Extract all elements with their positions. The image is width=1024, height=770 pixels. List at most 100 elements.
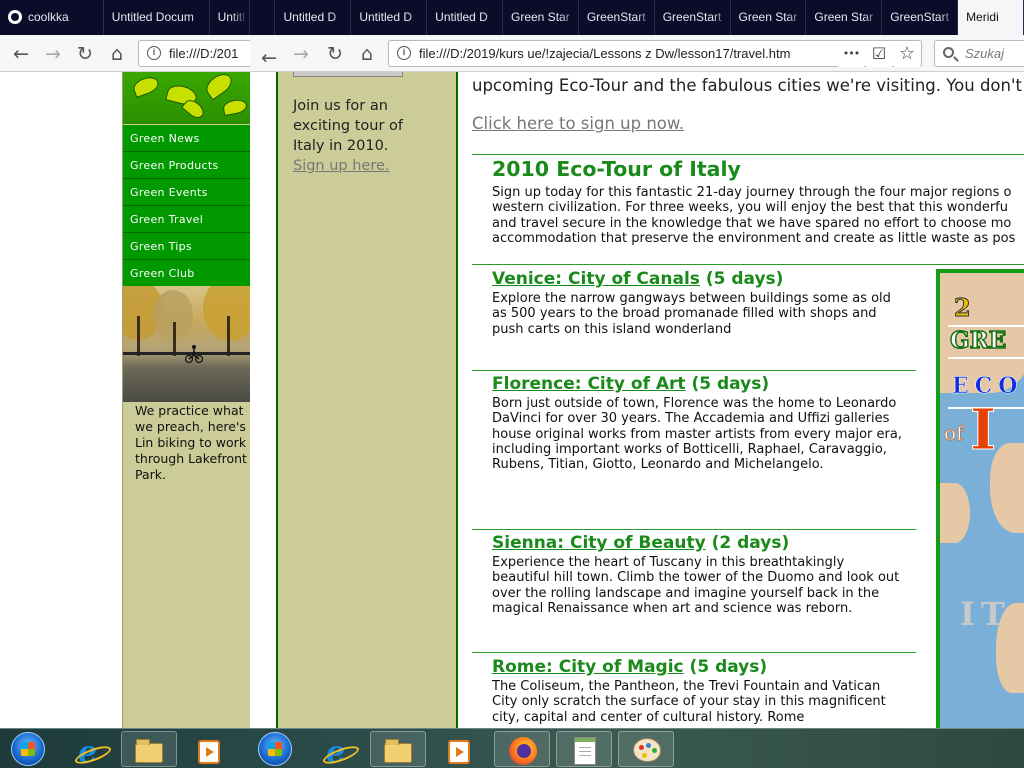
tab-strip: coolkka Untitled Docum Untitl Untitled D… bbox=[0, 0, 1024, 35]
poster-italy-text: IT bbox=[960, 595, 1011, 633]
tour-description: Sign up today for this fantastic 21-day … bbox=[492, 185, 1024, 247]
tab-untitled-3[interactable]: Untitled D bbox=[275, 0, 352, 35]
url-text: file:///D:/2019/kurs ue/!zajecia/Lessons… bbox=[419, 46, 791, 61]
sidebar-image-edge bbox=[293, 72, 403, 77]
taskbar-media-player[interactable] bbox=[430, 731, 486, 767]
city-days: (5 days) bbox=[691, 374, 770, 394]
internet-explorer-icon: e bbox=[78, 735, 98, 770]
tab-green-star-1[interactable]: Green Star bbox=[503, 0, 579, 35]
divider bbox=[472, 154, 1024, 155]
city-heading: Florence: City of Art (5 days) bbox=[492, 374, 902, 394]
bookmark-star-icon[interactable]: ☆ bbox=[894, 41, 920, 67]
tab-meridian-active[interactable]: Meridi bbox=[958, 0, 1024, 35]
divider bbox=[472, 264, 1024, 265]
nav-green-products[interactable]: Green Products bbox=[123, 152, 250, 179]
sidebar-signup-link[interactable]: Sign up here. bbox=[293, 158, 390, 174]
start-button[interactable] bbox=[11, 732, 45, 766]
city-sienna: Sienna: City of Beauty (2 days) Experien… bbox=[492, 533, 902, 616]
start-button[interactable] bbox=[258, 732, 292, 766]
divider bbox=[472, 529, 916, 530]
nav-green-events[interactable]: Green Events bbox=[123, 179, 250, 206]
left-page-view: Green News Green Products Green Events G… bbox=[0, 72, 250, 728]
left-url-bar[interactable]: i file:///D:/201 bbox=[138, 40, 254, 67]
city-rome: Rome: City of Magic (5 days) The Coliseu… bbox=[492, 657, 902, 725]
poster-year-text: 2 bbox=[954, 293, 972, 323]
tour-line: accommodation that preserve the environm… bbox=[492, 231, 1016, 247]
poster-italy-letter: I bbox=[969, 397, 997, 464]
tab-label: Meridi bbox=[966, 10, 999, 24]
tour-line: Sign up today for this fantastic 21-day … bbox=[492, 185, 1012, 200]
signup-link[interactable]: Click here to sign up now. bbox=[472, 114, 684, 133]
tab-untitled-5[interactable]: Untitled D bbox=[427, 0, 503, 35]
cyclist-figure bbox=[185, 345, 203, 364]
city-link-venice[interactable]: Venice: City of Canals bbox=[492, 269, 700, 289]
tab-label: Untitled Docum bbox=[111, 10, 194, 24]
tab-label: Untitled D bbox=[359, 10, 412, 24]
tab-greenstart-2[interactable]: GreenStart bbox=[655, 0, 731, 35]
reload-button[interactable]: ↻ bbox=[322, 41, 348, 67]
city-link-florence[interactable]: Florence: City of Art bbox=[492, 374, 686, 394]
taskbar-media-player[interactable] bbox=[180, 731, 236, 767]
left-url-text: file:///D:/201 bbox=[169, 46, 239, 61]
eco-tour-italy-poster: 2 GRE ECO of I IT bbox=[936, 269, 1024, 728]
sidebar-join-copy: Join us for an exciting tour of Italy in… bbox=[293, 98, 404, 154]
city-link-sienna[interactable]: Sienna: City of Beauty bbox=[492, 533, 706, 553]
tab-untitled-4[interactable]: Untitled D bbox=[351, 0, 428, 35]
tab-untitled-2[interactable]: Untitl bbox=[210, 0, 250, 35]
nav-green-club[interactable]: Green Club bbox=[123, 260, 250, 287]
taskbar-ie[interactable]: e bbox=[62, 731, 118, 770]
taskbar-explorer[interactable] bbox=[370, 731, 426, 767]
tour-line: western civilization. For three weeks, y… bbox=[492, 200, 1008, 216]
city-venice: Venice: City of Canals (5 days) Explore … bbox=[492, 269, 902, 337]
city-description: Born just outside of town, Florence was … bbox=[492, 396, 902, 473]
taskbar-ie[interactable]: e bbox=[310, 731, 366, 770]
tab-greenstart-1[interactable]: GreenStart bbox=[579, 0, 655, 35]
forward-button[interactable]: → bbox=[288, 41, 314, 67]
tab-coolkka[interactable]: coolkka bbox=[0, 0, 104, 35]
page-actions-button[interactable]: ••• bbox=[838, 41, 864, 67]
divider bbox=[472, 370, 916, 371]
windows-taskbar: e e bbox=[0, 728, 1024, 770]
taskbar-firefox[interactable] bbox=[494, 731, 550, 767]
info-icon[interactable]: i bbox=[397, 46, 411, 60]
left-nav-bar: ← → ↻ ⌂ i file:///D:/201 bbox=[0, 35, 254, 72]
paint-icon bbox=[633, 738, 661, 762]
tab-label: Untitled D bbox=[283, 10, 337, 24]
lakefront-cyclist-photo bbox=[123, 286, 250, 402]
taskbar-paint[interactable] bbox=[618, 731, 674, 767]
back-button[interactable]: ← bbox=[256, 45, 282, 71]
tab-green-star-3[interactable]: Green Star bbox=[806, 0, 883, 35]
right-nav-bar: ← → ↻ ⌂ i file:///D:/2019/kurs ue/!zajec… bbox=[250, 35, 1024, 72]
tab-untitled-1[interactable]: Untitled Docum bbox=[104, 0, 210, 35]
sidebar-join-text: Join us for an exciting tour of Italy in… bbox=[293, 96, 423, 176]
city-florence: Florence: City of Art (5 days) Born just… bbox=[492, 374, 902, 472]
pocket-icon[interactable]: ☑ bbox=[866, 41, 892, 67]
explorer-folder-icon bbox=[135, 739, 163, 763]
city-link-rome[interactable]: Rome: City of Magic bbox=[492, 657, 684, 677]
reload-button[interactable]: ↻ bbox=[72, 41, 98, 67]
poster-green-text: GRE bbox=[949, 326, 1007, 355]
home-button[interactable]: ⌂ bbox=[104, 41, 130, 67]
back-button[interactable]: ← bbox=[8, 41, 34, 67]
nav-green-travel[interactable]: Green Travel bbox=[123, 206, 250, 233]
nav-green-news[interactable]: Green News bbox=[123, 125, 250, 152]
city-days: (5 days) bbox=[705, 269, 784, 289]
city-heading: Venice: City of Canals (5 days) bbox=[492, 269, 902, 289]
nav-green-tips[interactable]: Green Tips bbox=[123, 233, 250, 260]
search-input[interactable]: Szukaj bbox=[934, 40, 1024, 67]
taskbar-notepad-plus[interactable] bbox=[556, 731, 612, 767]
info-icon[interactable]: i bbox=[147, 46, 161, 60]
photo-caption: We practice what we preach, here's Lin b… bbox=[135, 403, 247, 482]
explorer-folder-icon bbox=[384, 739, 412, 763]
home-button[interactable]: ⌂ bbox=[354, 41, 380, 67]
media-player-icon bbox=[448, 740, 470, 764]
tab-greenstart-3[interactable]: GreenStart bbox=[882, 0, 959, 35]
search-icon bbox=[943, 47, 954, 58]
tour-title: 2010 Eco-Tour of Italy bbox=[492, 157, 741, 181]
tab-green-star-2[interactable]: Green Star bbox=[731, 0, 807, 35]
city-days: (2 days) bbox=[711, 533, 790, 553]
taskbar-explorer[interactable] bbox=[121, 731, 177, 767]
forward-button[interactable]: → bbox=[40, 41, 66, 67]
city-description: Explore the narrow gangways between buil… bbox=[492, 291, 891, 337]
media-player-icon bbox=[198, 740, 220, 764]
